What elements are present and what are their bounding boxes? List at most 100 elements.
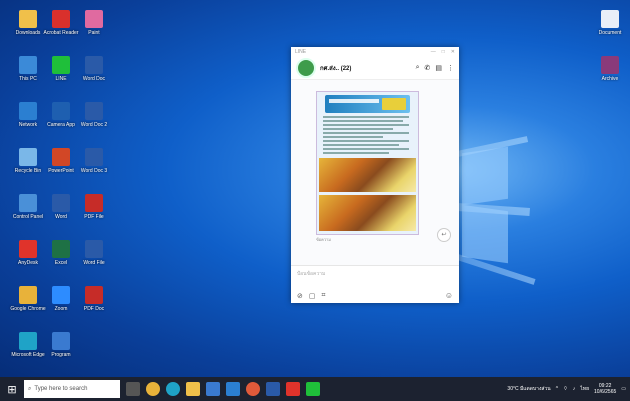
camera-icon (52, 102, 70, 120)
store-icon[interactable] (206, 382, 220, 396)
shortcut-label: PowerPoint (48, 168, 74, 174)
desktop-shortcut[interactable]: Word File (76, 240, 112, 266)
winrar-icon (601, 56, 619, 74)
desktop-shortcut[interactable]: Document (592, 10, 628, 36)
file-icon[interactable]: ▢ (309, 292, 316, 300)
desktop-shortcut[interactable]: Acrobat Reader (43, 10, 79, 36)
pdf-icon (85, 194, 103, 212)
pdf-icon (52, 10, 70, 28)
taskbar-search[interactable]: ⌕ Type here to search (24, 380, 120, 398)
window-title: LINE (295, 49, 307, 55)
shortcut-label: Word (55, 214, 67, 220)
desktop-shortcut[interactable]: This PC (10, 56, 46, 82)
taskbar: ⊞ ⌕ Type here to search 30°C มีแดดบางส่ว… (0, 377, 630, 401)
task-view-icon[interactable] (126, 382, 140, 396)
desktop-shortcut[interactable]: Camera App (43, 102, 79, 128)
pdf-icon (85, 286, 103, 304)
desktop-shortcut[interactable]: Program (43, 332, 79, 358)
desktop-shortcut[interactable]: PowerPoint (43, 148, 79, 174)
shortcut-label: Paint (88, 30, 100, 36)
desktop-shortcut[interactable]: Network (10, 102, 46, 128)
notes-icon[interactable]: ▤ (435, 64, 442, 72)
anydesk-icon (19, 240, 37, 258)
mail-icon[interactable] (226, 382, 240, 396)
minimize-icon[interactable]: — (431, 49, 436, 55)
shortcut-label: Program (51, 352, 71, 358)
call-icon[interactable]: ✆ (425, 64, 431, 72)
shortcut-label: Archive (601, 76, 619, 82)
image-message[interactable] (316, 91, 419, 235)
desktop-shortcut[interactable]: Downloads (10, 10, 46, 36)
desktop-shortcut[interactable]: Word (43, 194, 79, 220)
windows-logo-pane (462, 146, 508, 206)
explorer-icon[interactable] (186, 382, 200, 396)
message-area[interactable]: ข้อความ ↩ (291, 80, 459, 265)
search-placeholder: Type here to search (34, 386, 88, 392)
desktop-shortcut[interactable]: PDF File (76, 194, 112, 220)
desktop-shortcut[interactable]: Recycle Bin (10, 148, 46, 174)
word-icon (85, 102, 103, 120)
desktop-shortcut[interactable]: Zoom (43, 286, 79, 312)
shortcut-label: Document (598, 30, 622, 36)
chrome-icon[interactable] (146, 382, 160, 396)
chat-name: กศ.ส่ง.. (22) (320, 66, 352, 72)
desktop-shortcut[interactable]: LINE (43, 56, 79, 82)
chrome-icon[interactable] (246, 382, 260, 396)
group-avatar[interactable] (296, 58, 316, 78)
search-icon: ⌕ (28, 385, 32, 392)
edge-icon (19, 332, 37, 350)
screenshot-icon[interactable]: ⌗ (322, 292, 326, 300)
desktop-shortcut[interactable]: Word Doc 3 (76, 148, 112, 174)
notification-icon[interactable]: ▭ (621, 386, 626, 392)
word-icon[interactable] (266, 382, 280, 396)
desktop-shortcut[interactable]: Word Doc (76, 56, 112, 82)
emoji-icon[interactable]: ☺ (445, 291, 453, 300)
chat-header: กศ.ส่ง.. (22) ⌕ ✆ ▤ ⋮ (291, 57, 459, 80)
line-chat-window[interactable]: LINE — □ ✕ กศ.ส่ง.. (22) ⌕ ✆ ▤ ⋮ ข้อความ… (291, 47, 459, 303)
computer-icon (19, 56, 37, 74)
desktop-shortcut[interactable]: PDF Doc (76, 286, 112, 312)
more-icon[interactable]: ⋮ (447, 64, 454, 72)
shortcut-label: This PC (19, 76, 37, 82)
line-icon[interactable] (306, 382, 320, 396)
anydesk-icon[interactable] (286, 382, 300, 396)
close-icon[interactable]: ✕ (451, 49, 455, 55)
shortcut-label: Word Doc 2 (80, 122, 108, 128)
desktop-shortcut[interactable]: Google Chrome (10, 286, 46, 312)
shortcut-label: Google Chrome (10, 306, 46, 312)
desktop-shortcut[interactable]: Word Doc 2 (76, 102, 112, 128)
network-icon[interactable]: ⌔ (563, 386, 568, 392)
shortcut-label: Camera App (47, 122, 75, 128)
file-icon (601, 10, 619, 28)
message-input[interactable]: ป้อนข้อความ ⊘ ▢ ⌗ ☺ (291, 265, 459, 304)
desktop-shortcut[interactable]: Excel (43, 240, 79, 266)
clock[interactable]: 09:22 10/6/2565 (594, 383, 616, 395)
input-placeholder: ป้อนข้อความ (297, 271, 326, 277)
language-indicator[interactable]: ไทย (580, 385, 589, 393)
desktop-shortcut[interactable]: Microsoft Edge (10, 332, 46, 358)
poster-banner (325, 95, 410, 113)
chrome-icon (19, 286, 37, 304)
recycle-bin-icon (19, 148, 37, 166)
desktop-shortcut[interactable]: Control Panel (10, 194, 46, 220)
search-icon[interactable]: ⌕ (416, 64, 420, 72)
line-icon (52, 56, 70, 74)
volume-icon[interactable]: ♪ (573, 386, 576, 392)
chevron-up-icon[interactable]: ^ (556, 386, 558, 392)
shortcut-label: Microsoft Edge (11, 352, 45, 358)
attach-icon[interactable]: ⊘ (297, 292, 303, 300)
desktop-shortcut[interactable]: AnyDesk (10, 240, 46, 266)
word-icon (85, 148, 103, 166)
start-button[interactable]: ⊞ (0, 377, 24, 401)
weather-status[interactable]: 30°C มีแดดบางส่วน (507, 385, 550, 393)
edge-icon[interactable] (166, 382, 180, 396)
desktop-shortcut[interactable]: Paint (76, 10, 112, 36)
reply-icon[interactable]: ↩ (437, 228, 451, 242)
shortcut-label: PDF Doc (83, 306, 105, 312)
desktop-shortcut[interactable]: Archive (592, 56, 628, 82)
shortcut-label: Word Doc 3 (80, 168, 108, 174)
shortcut-label: Control Panel (12, 214, 44, 220)
word-icon (52, 194, 70, 212)
shortcut-label: Zoom (54, 306, 68, 312)
maximize-icon[interactable]: □ (442, 49, 445, 55)
